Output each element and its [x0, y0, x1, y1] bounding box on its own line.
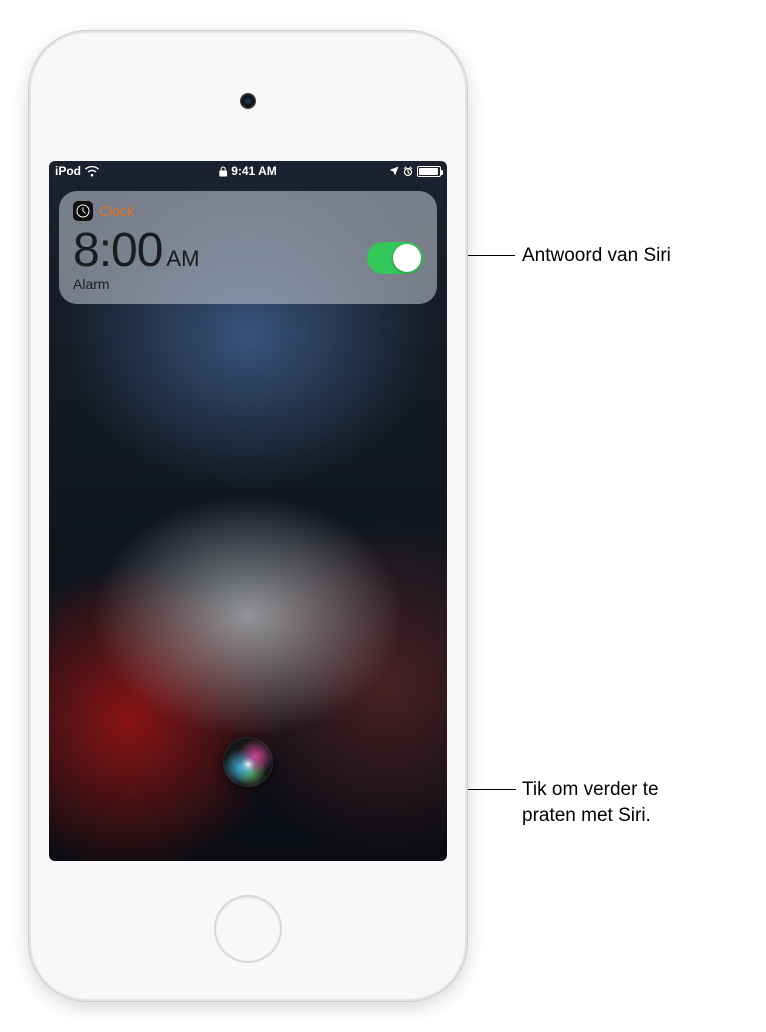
notification-header: Clock: [73, 201, 423, 221]
status-center: 9:41 AM: [219, 164, 277, 178]
callout-siri-response: Antwoord van Siri: [522, 243, 671, 269]
location-icon: [389, 166, 399, 176]
callout-tap-siri: Tik om verder te praten met Siri.: [522, 777, 659, 828]
battery-fill: [419, 168, 438, 175]
ipod-device-frame: iPod 9:41 AM: [28, 30, 468, 1002]
alarm-time-wrap: 8:00 AM Alarm: [73, 223, 199, 292]
alarm-time-ampm: AM: [166, 246, 199, 272]
device-screen: iPod 9:41 AM: [49, 161, 447, 861]
lock-icon: [219, 166, 227, 177]
siri-button[interactable]: [223, 737, 273, 787]
callout-tap-siri-line1: Tik om verder te: [522, 777, 659, 803]
wifi-icon: [85, 166, 99, 177]
alarm-time-digits: 8:00: [73, 223, 162, 278]
alarm-time: 8:00 AM: [73, 223, 199, 278]
alarm-notification-card[interactable]: Clock 8:00 AM Alarm: [59, 191, 437, 304]
notification-app-name: Clock: [99, 203, 134, 219]
front-camera: [240, 93, 256, 109]
alarm-status-icon: [403, 166, 413, 177]
status-left: iPod: [55, 164, 99, 178]
alarm-toggle[interactable]: [367, 242, 423, 274]
callout-tap-siri-line2: praten met Siri.: [522, 803, 659, 829]
alarm-label: Alarm: [73, 276, 199, 292]
battery-icon: [417, 166, 441, 177]
status-right: [389, 166, 441, 177]
device-label: iPod: [55, 164, 81, 178]
status-time: 9:41 AM: [231, 164, 277, 178]
clock-app-icon: [73, 201, 93, 221]
home-button[interactable]: [214, 895, 282, 963]
toggle-knob: [393, 244, 421, 272]
notification-body: 8:00 AM Alarm: [73, 223, 423, 292]
status-bar: iPod 9:41 AM: [49, 161, 447, 181]
